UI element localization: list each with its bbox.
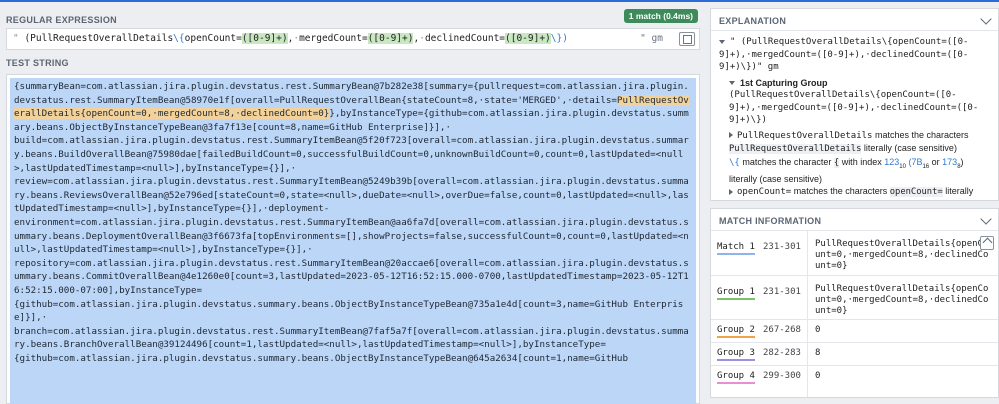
regex-flags[interactable]: " gm <box>640 29 663 49</box>
chevron-down-icon[interactable] <box>980 213 992 225</box>
group-range: 231-301 <box>763 287 801 297</box>
token: \{ <box>729 157 740 168</box>
regex-token-literal: declinedCount= <box>424 33 506 44</box>
explanation-text: ) <box>960 156 964 167</box>
explanation-title: EXPLANATION <box>719 16 787 26</box>
explanation-item-2-cont: literally (case sensitive) <box>729 173 823 184</box>
group-label: Group 2 <box>717 325 755 338</box>
match-count-badge: 1 match (0.4ms) <box>623 9 698 23</box>
explanation-text: matches the characters <box>872 129 969 140</box>
explanation-panel: EXPLANATION " (PullRequestOverallDetails… <box>710 8 999 201</box>
caret-right-icon[interactable] <box>729 132 733 139</box>
char-index: 123 <box>884 156 900 167</box>
explanation-item-3[interactable]: openCount= matches the characters openCo… <box>719 185 990 199</box>
match-information-panel: MATCH INFORMATION Match 1 231-301 PullRe… <box>710 208 999 398</box>
base-subscript: 10 <box>899 163 906 170</box>
caret-down-icon[interactable] <box>719 39 725 44</box>
explanation-text: matches the characters <box>791 186 890 197</box>
char-octal: 173 <box>942 156 958 167</box>
match-information-title: MATCH INFORMATION <box>719 216 822 226</box>
group-value: 0 <box>815 325 821 335</box>
capturing-group-heading[interactable]: 1st Capturing Group <box>719 77 990 90</box>
regex-token-group2: ([0-9]+) <box>241 33 288 44</box>
share-icon[interactable] <box>980 236 994 250</box>
regex-section-title: REGULAR EXPRESSION <box>6 15 117 25</box>
group-value: 0 <box>815 371 821 381</box>
test-string-before-match: {summaryBean=com.atlassian.jira.plugin.d… <box>14 81 689 106</box>
explanation-text: literally <box>942 186 974 197</box>
capturing-group-title: 1st Capturing Group <box>740 77 828 88</box>
explanation-item-2: \{ matches the character { with index 12… <box>719 156 990 173</box>
match-value: PullRequestOverallDetails{openCount=0,·m… <box>815 239 989 271</box>
regex-input[interactable]: " (PullRequestOverallDetails\{openCount=… <box>6 28 700 50</box>
regex-token-literal: openCount= <box>184 33 242 44</box>
regex-delimiter: " <box>13 33 25 44</box>
explanation-regex-line[interactable]: " (PullRequestOverallDetails\{openCount=… <box>719 36 990 74</box>
regex-token-escape: \{ <box>173 33 185 44</box>
table-row[interactable]: Group 2 267-268 0 <box>711 319 998 342</box>
token-chip: openCount= <box>889 187 943 198</box>
caret-down-icon[interactable] <box>729 81 735 86</box>
token: PullRequestOverallDetails <box>737 130 873 141</box>
test-string-after-match: },byInstanceType={github=com.atlassian.j… <box>14 108 689 364</box>
regex-token-group4: ([0-9]+) <box>505 33 551 44</box>
regex-token-group3: ([0-9]+) <box>367 33 414 44</box>
group-label: Group 4 <box>717 371 755 384</box>
explanation-body: " (PullRequestOverallDetails\{openCount=… <box>711 31 998 204</box>
group-value: PullRequestOverallDetails{openCount=0,·m… <box>815 284 989 316</box>
regex-token-group-open: (PullRequestOverallDetails <box>24 33 174 44</box>
regex-header: REGULAR EXPRESSION 1 match (0.4ms) <box>6 9 700 25</box>
explanation-text: literally (case sensitive) <box>861 143 957 153</box>
explanation-regex-flags: " gm <box>756 62 779 72</box>
token-chip: PullRequestOverallDetails <box>729 144 862 154</box>
group-range: 299-300 <box>763 371 801 381</box>
regex-token-group-close: \}) <box>550 33 568 44</box>
capturing-group-regex: (PullRequestOverallDetails\{openCount=([… <box>729 90 979 125</box>
explanation-regex-delim: " <box>730 37 741 47</box>
group-range: 282-283 <box>763 348 801 358</box>
chevron-down-icon[interactable] <box>980 13 992 25</box>
char-hex: (7B <box>908 156 923 167</box>
test-string-text[interactable]: {summaryBean=com.atlassian.jira.plugin.d… <box>10 78 696 404</box>
table-row[interactable]: Group 1 231-301 PullRequestOverallDetail… <box>711 275 998 319</box>
match-range: 231-301 <box>763 242 801 252</box>
regex-token-literal: mergedCount= <box>299 33 368 44</box>
explanation-header[interactable]: EXPLANATION <box>711 9 998 31</box>
editor-pane: REGULAR EXPRESSION 1 match (0.4ms) " (Pu… <box>0 2 704 404</box>
sidebar: EXPLANATION " (PullRequestOverallDetails… <box>710 2 999 404</box>
table-row[interactable]: Match 1 231-301 PullRequestOverallDetail… <box>711 231 998 275</box>
test-string-editor[interactable]: {summaryBean=com.atlassian.jira.plugin.d… <box>6 74 700 404</box>
explanation-item-1[interactable]: PullRequestOverallDetails matches the ch… <box>719 129 990 156</box>
match-table: Match 1 231-301 PullRequestOverallDetail… <box>711 231 998 397</box>
table-row[interactable]: Group 3 282-283 8 <box>711 342 998 365</box>
group-range: 267-268 <box>763 325 801 335</box>
match-information-header[interactable]: MATCH INFORMATION <box>711 209 998 231</box>
explanation-text: matches the character <box>739 156 834 167</box>
table-row[interactable]: Group 4 299-300 0 <box>711 365 998 388</box>
copy-icon[interactable] <box>679 32 695 46</box>
explanation-text: or <box>929 156 943 167</box>
token: openCount= <box>737 187 792 198</box>
group-label: Group 3 <box>717 348 755 361</box>
explanation-text: with index <box>839 156 885 167</box>
group-value: 8 <box>815 348 821 358</box>
match-label: Match 1 <box>717 242 755 255</box>
group-label: Group 1 <box>717 287 755 300</box>
test-string-title: TEST STRING <box>6 58 69 68</box>
caret-right-icon[interactable] <box>729 188 733 195</box>
